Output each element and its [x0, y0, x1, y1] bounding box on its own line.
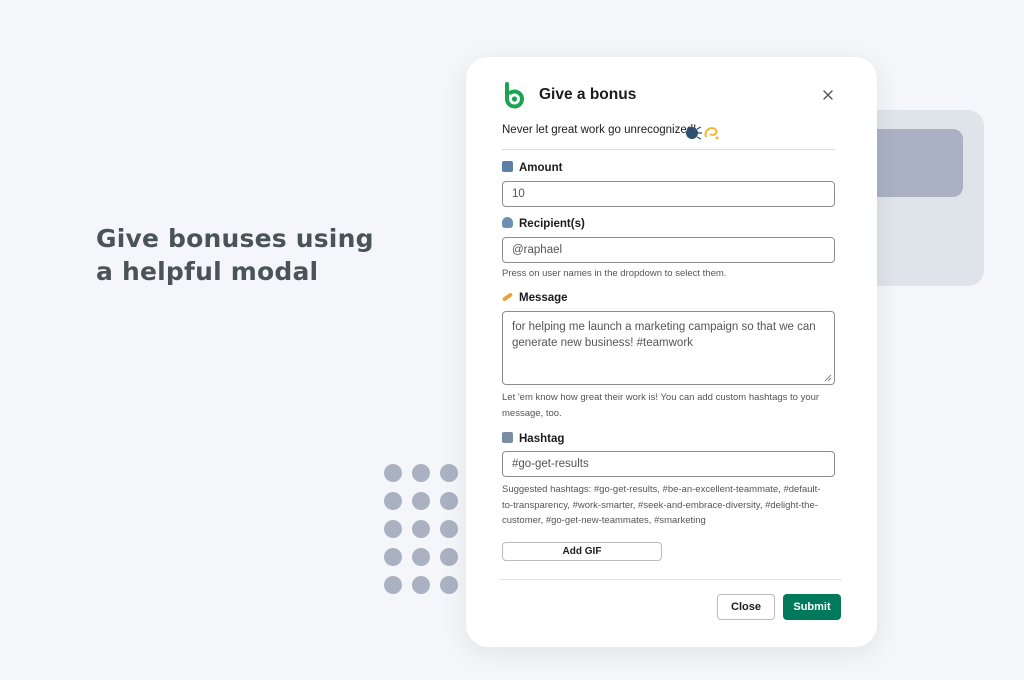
decorative-dot	[384, 520, 402, 538]
decorative-dot	[440, 576, 458, 594]
decorative-dot	[412, 576, 430, 594]
footer-divider	[500, 579, 842, 580]
decorative-dot	[412, 464, 430, 482]
decorative-dot	[384, 464, 402, 482]
amount-label-text: Amount	[519, 162, 563, 174]
decorative-dot	[384, 492, 402, 510]
divider	[502, 149, 835, 150]
add-gif-button[interactable]: Add GIF	[502, 542, 662, 561]
decorative-dot	[384, 576, 402, 594]
decorative-dot	[412, 520, 430, 538]
message-label: Message	[501, 292, 568, 304]
message-label-text: Message	[519, 292, 568, 304]
recipients-label: Recipient(s)	[502, 217, 585, 230]
modal-title: Give a bonus	[539, 86, 637, 103]
amount-label: Amount	[502, 161, 562, 174]
recipients-input[interactable]: @raphael	[502, 237, 835, 263]
amount-input[interactable]: 10	[502, 181, 835, 207]
close-button[interactable]: Close	[717, 594, 775, 620]
decorative-dot	[384, 548, 402, 566]
calculator-icon	[502, 161, 513, 172]
page-headline: Give bonuses using a helpful modal	[96, 224, 374, 286]
decorative-dot	[440, 520, 458, 538]
recipients-label-text: Recipient(s)	[519, 218, 585, 230]
message-text: for helping me launch a marketing campai…	[512, 321, 816, 349]
decorative-dot	[412, 492, 430, 510]
intro-text: Never let great work go unrecognized!	[502, 124, 697, 136]
message-textarea[interactable]: for helping me launch a marketing campai…	[502, 311, 835, 385]
decorative-dot	[440, 548, 458, 566]
decorative-dot	[412, 548, 430, 566]
submit-button[interactable]: Submit	[783, 594, 841, 620]
hashtag-input[interactable]: #go-get-results	[502, 451, 835, 477]
pencil-icon	[501, 292, 514, 302]
message-hint: Let 'em know how great their work is! Yo…	[502, 392, 820, 419]
speaking-head-and-dizzy-icon	[686, 126, 719, 140]
hashtag-label: Hashtag	[502, 432, 564, 445]
decorative-dot	[440, 464, 458, 482]
modal-header: Give a bonus	[501, 82, 841, 112]
close-icon[interactable]	[817, 84, 839, 106]
recipients-hint: Press on user names in the dropdown to s…	[502, 268, 727, 279]
hashtag-label-text: Hashtag	[519, 433, 565, 445]
person-icon	[502, 217, 513, 228]
bonusly-logo-icon	[505, 82, 524, 109]
decorative-dot	[440, 492, 458, 510]
hashtag-hint: Suggested hashtags: #go-get-results, #be…	[502, 484, 821, 526]
resize-handle-icon[interactable]	[824, 374, 832, 382]
hash-icon	[502, 432, 513, 443]
give-bonus-modal: Give a bonus Never let great work go unr…	[466, 57, 877, 647]
